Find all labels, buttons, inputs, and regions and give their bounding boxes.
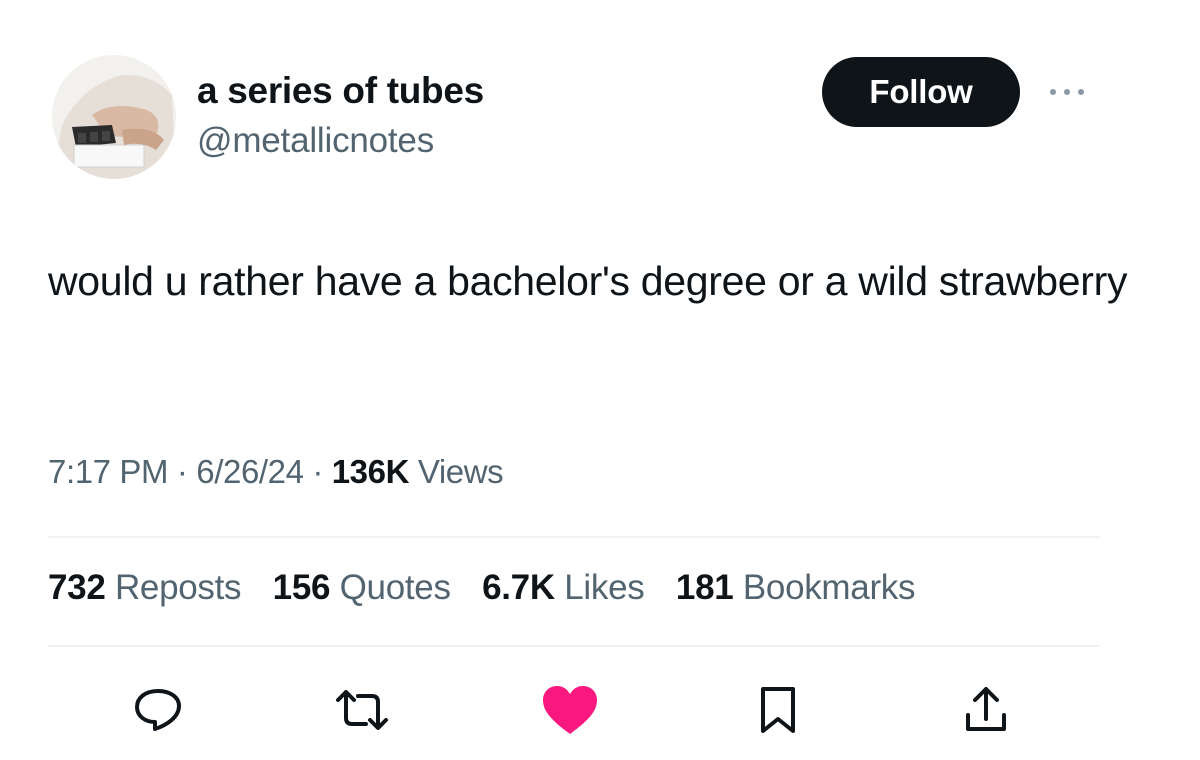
- reply-button[interactable]: [128, 680, 188, 740]
- like-icon: [543, 686, 597, 734]
- repost-icon: [336, 690, 388, 730]
- avatar-image: [52, 55, 176, 179]
- quotes-stat[interactable]: 156 Quotes: [273, 568, 451, 607]
- likes-stat[interactable]: 6.7K Likes: [482, 568, 645, 607]
- more-horizontal-icon: [1050, 89, 1084, 95]
- follow-button[interactable]: Follow: [822, 57, 1020, 127]
- avatar[interactable]: [52, 55, 176, 179]
- tweet-date[interactable]: 6/26/24: [196, 453, 304, 490]
- divider: [48, 536, 1100, 538]
- tweet-time[interactable]: 7:17 PM: [48, 453, 169, 490]
- bookmarks-stat[interactable]: 181 Bookmarks: [675, 568, 916, 607]
- tweet: a series of tubes @metallicnotes Follow …: [0, 0, 1200, 760]
- repost-button[interactable]: [332, 680, 392, 740]
- more-button[interactable]: [1040, 80, 1094, 104]
- meta-separator: ·: [312, 453, 323, 490]
- views-count: 136K: [331, 453, 410, 490]
- tweet-meta: 7:17 PM · 6/26/24 · 136K Views: [48, 453, 504, 491]
- reply-icon: [135, 689, 181, 731]
- quotes-label: Quotes: [339, 568, 451, 607]
- likes-label: Likes: [564, 568, 645, 607]
- share-button[interactable]: [956, 680, 1016, 740]
- divider: [48, 645, 1100, 647]
- reposts-stat[interactable]: 732 Reposts: [48, 568, 242, 607]
- reposts-count: 732: [48, 568, 106, 607]
- engagement-stats: 732 Reposts 156 Quotes 6.7K Likes 181 Bo…: [48, 568, 937, 608]
- bookmarks-count: 181: [675, 568, 734, 607]
- quotes-count: 156: [272, 568, 331, 607]
- bookmark-button[interactable]: [748, 680, 808, 740]
- display-name[interactable]: a series of tubes: [197, 70, 484, 112]
- share-icon: [966, 687, 1006, 731]
- views-label: Views: [417, 453, 504, 490]
- bookmarks-label: Bookmarks: [742, 568, 916, 607]
- like-button[interactable]: [540, 680, 600, 740]
- reposts-label: Reposts: [114, 568, 242, 607]
- handle[interactable]: @metallicnotes: [197, 121, 434, 161]
- meta-separator: ·: [176, 453, 188, 490]
- likes-count: 6.7K: [482, 568, 555, 607]
- tweet-text: would u rather have a bachelor's degree …: [48, 258, 1128, 304]
- bookmark-icon: [761, 687, 795, 733]
